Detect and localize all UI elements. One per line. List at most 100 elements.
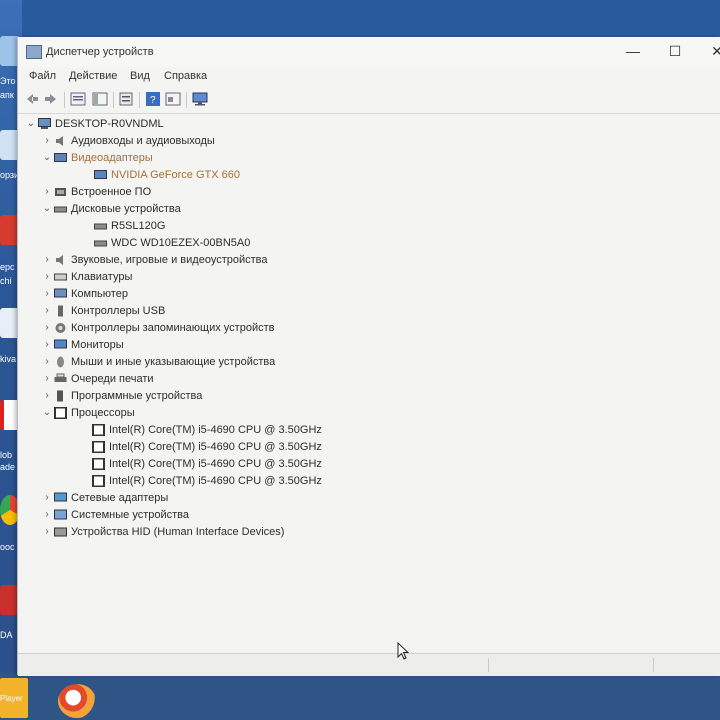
tree-node-label: Программные устройства: [71, 390, 203, 402]
toolbar-separator: [64, 92, 65, 108]
menu-action[interactable]: Действие: [69, 70, 117, 82]
expand-chevron-icon[interactable]: ›: [42, 390, 52, 402]
display-adapter-icon: [94, 170, 107, 179]
tree-node-label: Устройства HID (Human Interface Devices): [71, 526, 285, 538]
tree-node-processors[interactable]: ⌄ Процессоры: [42, 406, 442, 422]
system-device-icon: [54, 509, 67, 520]
status-bar-divider: [653, 658, 654, 672]
toolbar-separator: [139, 92, 140, 108]
tree-node-label: Дисковые устройства: [71, 203, 181, 215]
tree-leaf-disk[interactable]: R5SL120G: [94, 219, 494, 235]
tree-node-mice[interactable]: › Мыши и иные указывающие устройства: [42, 355, 442, 371]
disk-icon: [94, 240, 107, 247]
expand-chevron-icon[interactable]: ›: [42, 373, 52, 385]
expand-chevron-icon[interactable]: ›: [42, 509, 52, 521]
window-title: Диспетчер устройств: [46, 46, 154, 58]
tree-node-system-devices[interactable]: › Системные устройства: [42, 508, 442, 524]
properties-icon[interactable]: [70, 91, 86, 107]
device-list-icon[interactable]: [118, 91, 134, 107]
taskbar-app-icon[interactable]: [58, 684, 96, 718]
expand-chevron-icon[interactable]: ›: [42, 339, 52, 351]
tree-leaf-cpu[interactable]: Intel(R) Core(TM) i5-4690 CPU @ 3.50GHz: [92, 423, 492, 439]
back-arrow-icon[interactable]: [24, 91, 40, 107]
storage-controller-icon: [55, 323, 66, 333]
collapse-chevron-icon[interactable]: ⌄: [26, 118, 36, 130]
tree-node-video-adapters[interactable]: ⌄ Видеоадаптеры: [42, 151, 442, 167]
title-bar[interactable]: Диспетчер устройств — ☐ ✕: [18, 37, 720, 67]
tree-node-software-devices[interactable]: › Программные устройства: [42, 389, 442, 405]
tree-node-label: Аудиовходы и аудиовыходы: [71, 135, 215, 147]
display-adapter-icon: [54, 153, 67, 162]
scan-hardware-icon[interactable]: [192, 91, 208, 107]
collapse-chevron-icon[interactable]: ⌄: [42, 152, 52, 164]
tree-node-usb[interactable]: › Контроллеры USB: [42, 304, 442, 320]
processor-icon: [54, 407, 67, 419]
printer-icon: [54, 373, 67, 382]
tree-node-audio[interactable]: › Аудиовходы и аудиовыходы: [42, 134, 442, 150]
menu-file[interactable]: Файл: [29, 70, 56, 82]
tree-node-print-queues[interactable]: › Очереди печати: [42, 372, 442, 388]
tree-leaf-cpu[interactable]: Intel(R) Core(TM) i5-4690 CPU @ 3.50GHz: [92, 457, 492, 473]
tree-leaf-cpu[interactable]: Intel(R) Core(TM) i5-4690 CPU @ 3.50GHz: [92, 440, 492, 456]
device-tree[interactable]: ⌄ DESKTOP-R0VNDML › Аудиовходы и аудиовы…: [18, 115, 720, 650]
menu-help[interactable]: Справка: [164, 70, 207, 82]
minimize-button[interactable]: —: [616, 40, 650, 62]
processor-icon: [92, 458, 105, 470]
tree-node-disk-drives[interactable]: ⌄ Дисковые устройства: [42, 202, 442, 218]
player-label: Player: [0, 694, 23, 703]
expand-chevron-icon[interactable]: ›: [42, 492, 52, 504]
hid-icon: [54, 527, 67, 537]
maximize-button[interactable]: ☐: [658, 40, 692, 62]
disk-icon: [54, 206, 67, 213]
tree-node-label: Контроллеры USB: [71, 305, 166, 317]
tree-node-label: Процессоры: [71, 407, 135, 419]
mouse-icon: [57, 356, 64, 368]
tree-node-monitors[interactable]: › Мониторы: [42, 338, 442, 354]
tree-leaf-disk[interactable]: WDC WD10EZEX-00BN5A0: [94, 236, 494, 252]
expand-chevron-icon[interactable]: ›: [42, 322, 52, 334]
sound-icon: [56, 255, 63, 265]
tree-node-label: Компьютер: [71, 288, 128, 300]
tree-node-keyboards[interactable]: › Клавиатуры: [42, 270, 442, 286]
device-manager-window: Диспетчер устройств — ☐ ✕ Файл Действие …: [17, 37, 720, 676]
menu-bar: Файл Действие Вид Справка: [18, 67, 720, 87]
device-manager-icon: [26, 45, 42, 59]
collapse-chevron-icon[interactable]: ⌄: [42, 407, 52, 419]
tree-node-computer[interactable]: › Компьютер: [42, 287, 442, 303]
expand-chevron-icon[interactable]: ›: [42, 271, 52, 283]
tree-leaf-label: WDC WD10EZEX-00BN5A0: [111, 237, 251, 249]
tree-node-label: Видеоадаптеры: [71, 152, 153, 164]
tree-node-label: Звуковые, игровые и видеоустройства: [71, 254, 268, 266]
taskbar: [0, 672, 720, 720]
tree-node-label: Мониторы: [71, 339, 124, 351]
expand-chevron-icon[interactable]: ›: [42, 186, 52, 198]
menu-view[interactable]: Вид: [130, 70, 150, 82]
network-icon: [54, 492, 67, 502]
expand-chevron-icon[interactable]: ›: [42, 288, 52, 300]
console-tree-icon[interactable]: [92, 91, 108, 107]
tree-leaf-gpu[interactable]: NVIDIA GeForce GTX 660: [94, 168, 494, 184]
tree-node-label: Системные устройства: [71, 509, 190, 521]
tree-node-network[interactable]: › Сетевые адаптеры: [42, 491, 442, 507]
help-icon[interactable]: ?: [145, 91, 161, 107]
expand-chevron-icon[interactable]: ›: [42, 135, 52, 147]
collapse-chevron-icon[interactable]: ⌄: [42, 203, 52, 215]
tree-leaf-cpu[interactable]: Intel(R) Core(TM) i5-4690 CPU @ 3.50GHz: [92, 474, 492, 490]
software-device-icon: [57, 390, 63, 402]
tree-leaf-label: Intel(R) Core(TM) i5-4690 CPU @ 3.50GHz: [109, 458, 322, 470]
tree-node-storage-controllers[interactable]: › Контроллеры запоминающих устройств: [42, 321, 442, 337]
expand-chevron-icon[interactable]: ›: [42, 526, 52, 538]
audio-icon: [56, 136, 63, 146]
resources-icon[interactable]: [165, 91, 181, 107]
tree-node-sound[interactable]: › Звуковые, игровые и видеоустройства: [42, 253, 442, 269]
expand-chevron-icon[interactable]: ›: [42, 356, 52, 368]
expand-chevron-icon[interactable]: ›: [42, 254, 52, 266]
tree-node-hid[interactable]: › Устройства HID (Human Interface Device…: [42, 525, 442, 541]
tree-node-firmware[interactable]: › Встроенное ПО: [42, 185, 442, 201]
close-button[interactable]: ✕: [700, 40, 720, 62]
expand-chevron-icon[interactable]: ›: [42, 305, 52, 317]
computer-icon: [38, 118, 51, 129]
forward-arrow-icon[interactable]: [43, 91, 59, 107]
status-bar-divider: [488, 658, 489, 672]
tree-root[interactable]: ⌄ DESKTOP-R0VNDML: [26, 117, 326, 133]
